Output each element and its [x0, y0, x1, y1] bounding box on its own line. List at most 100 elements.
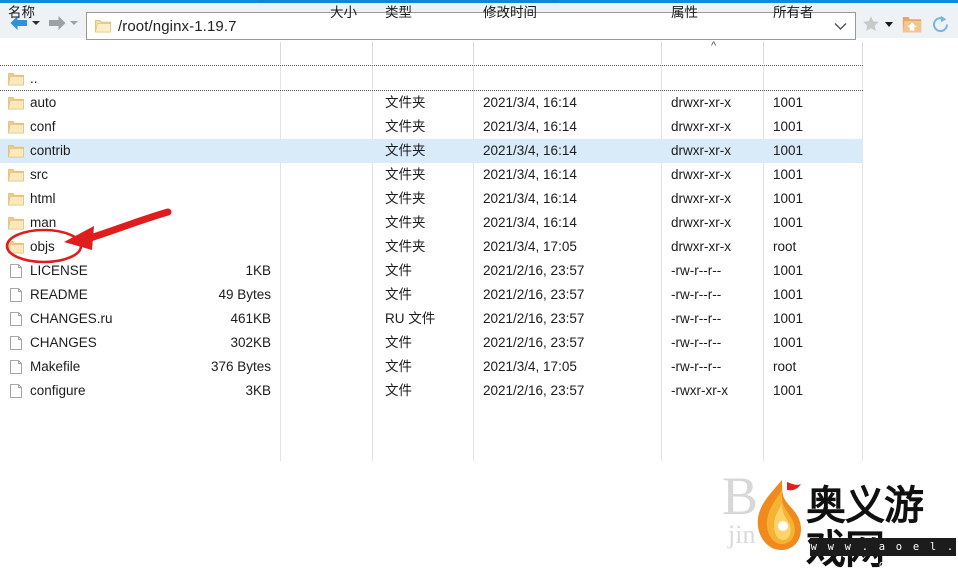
file-icon: [10, 312, 22, 326]
cell-time: 2021/2/16, 23:57: [483, 263, 585, 278]
cell-attr: drwxr-xr-x: [671, 191, 731, 206]
cell-owner: 1001: [773, 143, 804, 158]
cell-name: objs: [30, 239, 55, 254]
cell-attr: drwxr-xr-x: [671, 239, 731, 254]
cell-attr: drwxr-xr-x: [671, 167, 731, 182]
address-path-text: /root/nginx-1.19.7: [118, 18, 237, 35]
table-row[interactable]: ..: [0, 67, 863, 91]
home-icon[interactable]: [902, 15, 922, 34]
table-row[interactable]: CHANGES.ru 461KB RU 文件 2021/2/16, 23:57 -rw-…: [0, 307, 863, 331]
folder-icon: [8, 193, 24, 206]
cell-attr: drwxr-xr-x: [671, 143, 731, 158]
table-row[interactable]: html 文件夹 2021/3/4, 16:14 drwxr-xr-x 1001: [0, 187, 863, 211]
cell-type: 文件: [385, 287, 412, 302]
cell-name: LICENSE: [30, 263, 88, 278]
cell-attr: -rw-r--r--: [671, 287, 722, 302]
file-icon: [10, 288, 22, 302]
cell-size: 461KB: [230, 311, 271, 326]
cell-time: 2021/3/4, 16:14: [483, 215, 577, 230]
navigation-toolbar: /root/nginx-1.19.7: [0, 5, 958, 40]
flame-logo-icon: [757, 480, 802, 550]
table-row[interactable]: src 文件夹 2021/3/4, 16:14 drwxr-xr-x 1001: [0, 163, 863, 187]
table-row[interactable]: auto 文件夹 2021/3/4, 16:14 drwxr-xr-x 1001: [0, 91, 863, 115]
table-row[interactable]: README 49 Bytes 文件 2021/2/16, 23:57 -rw-r--r…: [0, 283, 863, 307]
column-divider-attr[interactable]: [763, 42, 764, 64]
column-divider-name[interactable]: [280, 42, 281, 64]
table-row[interactable]: Makefile 376 Bytes 文件 2021/3/4, 17:05 -rw-r-…: [0, 355, 863, 379]
cell-size: 1KB: [245, 263, 271, 278]
column-divider-owner[interactable]: [862, 42, 863, 64]
column-header-owner[interactable]: 所有者: [773, 4, 814, 22]
column-divider-type[interactable]: [473, 42, 474, 64]
column-header-attr[interactable]: 属性: [671, 4, 698, 22]
cell-attr: -rw-r--r--: [671, 335, 722, 350]
cell-attr: drwxr-xr-x: [671, 215, 731, 230]
folder-icon: [8, 145, 24, 158]
table-row[interactable]: contrib 文件夹 2021/3/4, 16:14 drwxr-xr-x 1001: [0, 139, 863, 163]
chevron-down-icon[interactable]: [834, 22, 847, 31]
refresh-icon[interactable]: [931, 15, 950, 34]
cell-owner: 1001: [773, 263, 804, 278]
cell-type: 文件: [385, 359, 412, 374]
column-header-time[interactable]: 修改时间: [483, 4, 537, 22]
cell-name: README: [30, 287, 88, 302]
cell-type: 文件: [385, 263, 412, 278]
file-list: .. auto 文件夹 2021/3/4, 16:14 drwxr-xr-x 1001 co…: [0, 65, 958, 465]
column-header-size[interactable]: 大小: [330, 4, 357, 22]
table-row[interactable]: conf 文件夹 2021/3/4, 16:14 drwxr-xr-x 1001: [0, 115, 863, 139]
table-row[interactable]: configure 3KB 文件 2021/2/16, 23:57 -rwxr-xr-x…: [0, 379, 863, 403]
cell-owner: 1001: [773, 215, 804, 230]
cell-type: 文件夹: [385, 239, 426, 254]
cell-owner: root: [773, 239, 797, 254]
cell-name: html: [30, 191, 56, 206]
cell-name: conf: [30, 119, 56, 134]
forward-history-dropdown[interactable]: [70, 21, 78, 27]
folder-icon: [8, 217, 24, 230]
cell-time: 2021/3/4, 16:14: [483, 143, 577, 158]
folder-icon: [8, 121, 24, 134]
cell-attr: drwxr-xr-x: [671, 119, 731, 134]
cell-size: 302KB: [230, 335, 271, 350]
cell-owner: 1001: [773, 95, 804, 110]
cell-attr: -rw-r--r--: [671, 359, 722, 374]
table-row[interactable]: LICENSE 1KB 文件 2021/2/16, 23:57 -rw-r--r-- 10…: [0, 259, 863, 283]
column-header-type[interactable]: 类型: [385, 4, 412, 22]
watermark: B jin 奥义游戏网 w w w . a o e l . c o m: [706, 460, 958, 572]
cell-size: 376 Bytes: [210, 359, 271, 374]
cell-owner: root: [773, 359, 797, 374]
cell-name: src: [30, 167, 48, 182]
cell-time: 2021/3/4, 16:14: [483, 95, 577, 110]
file-icon: [10, 336, 22, 350]
cell-time: 2021/3/4, 16:14: [483, 191, 577, 206]
cell-time: 2021/2/16, 23:57: [483, 287, 585, 302]
file-icon: [10, 384, 22, 398]
table-row[interactable]: CHANGES 302KB 文件 2021/2/16, 23:57 -rw-r--r--…: [0, 331, 863, 355]
cell-size: 49 Bytes: [218, 287, 271, 302]
table-row[interactable]: objs 文件夹 2021/3/4, 17:05 drwxr-xr-x root: [0, 235, 863, 259]
forward-button[interactable]: [46, 14, 68, 32]
table-row[interactable]: man 文件夹 2021/3/4, 16:14 drwxr-xr-x 1001: [0, 211, 863, 235]
address-bar[interactable]: /root/nginx-1.19.7: [86, 12, 856, 40]
cell-time: 2021/2/16, 23:57: [483, 335, 585, 350]
cell-name: CHANGES.ru: [30, 311, 113, 326]
column-divider-size[interactable]: [372, 42, 373, 64]
cell-type: 文件: [385, 383, 412, 398]
star-icon[interactable]: [862, 15, 880, 33]
cell-owner: 1001: [773, 383, 804, 398]
cell-type: 文件夹: [385, 95, 426, 110]
cell-name: contrib: [30, 143, 71, 158]
column-divider-time[interactable]: [661, 42, 662, 64]
cell-time: 2021/3/4, 17:05: [483, 359, 577, 374]
cell-name: CHANGES: [30, 335, 97, 350]
cell-type: 文件夹: [385, 167, 426, 182]
folder-icon: [8, 73, 24, 86]
bookmarks-dropdown[interactable]: [885, 22, 894, 28]
cell-owner: 1001: [773, 167, 804, 182]
cell-type: 文件夹: [385, 119, 426, 134]
cell-attr: -rwxr-xr-x: [671, 383, 728, 398]
cell-attr: -rw-r--r--: [671, 263, 722, 278]
column-header-name[interactable]: 名称: [8, 4, 35, 22]
cell-owner: 1001: [773, 311, 804, 326]
column-header-row: [0, 40, 958, 65]
cell-attr: -rw-r--r--: [671, 311, 722, 326]
